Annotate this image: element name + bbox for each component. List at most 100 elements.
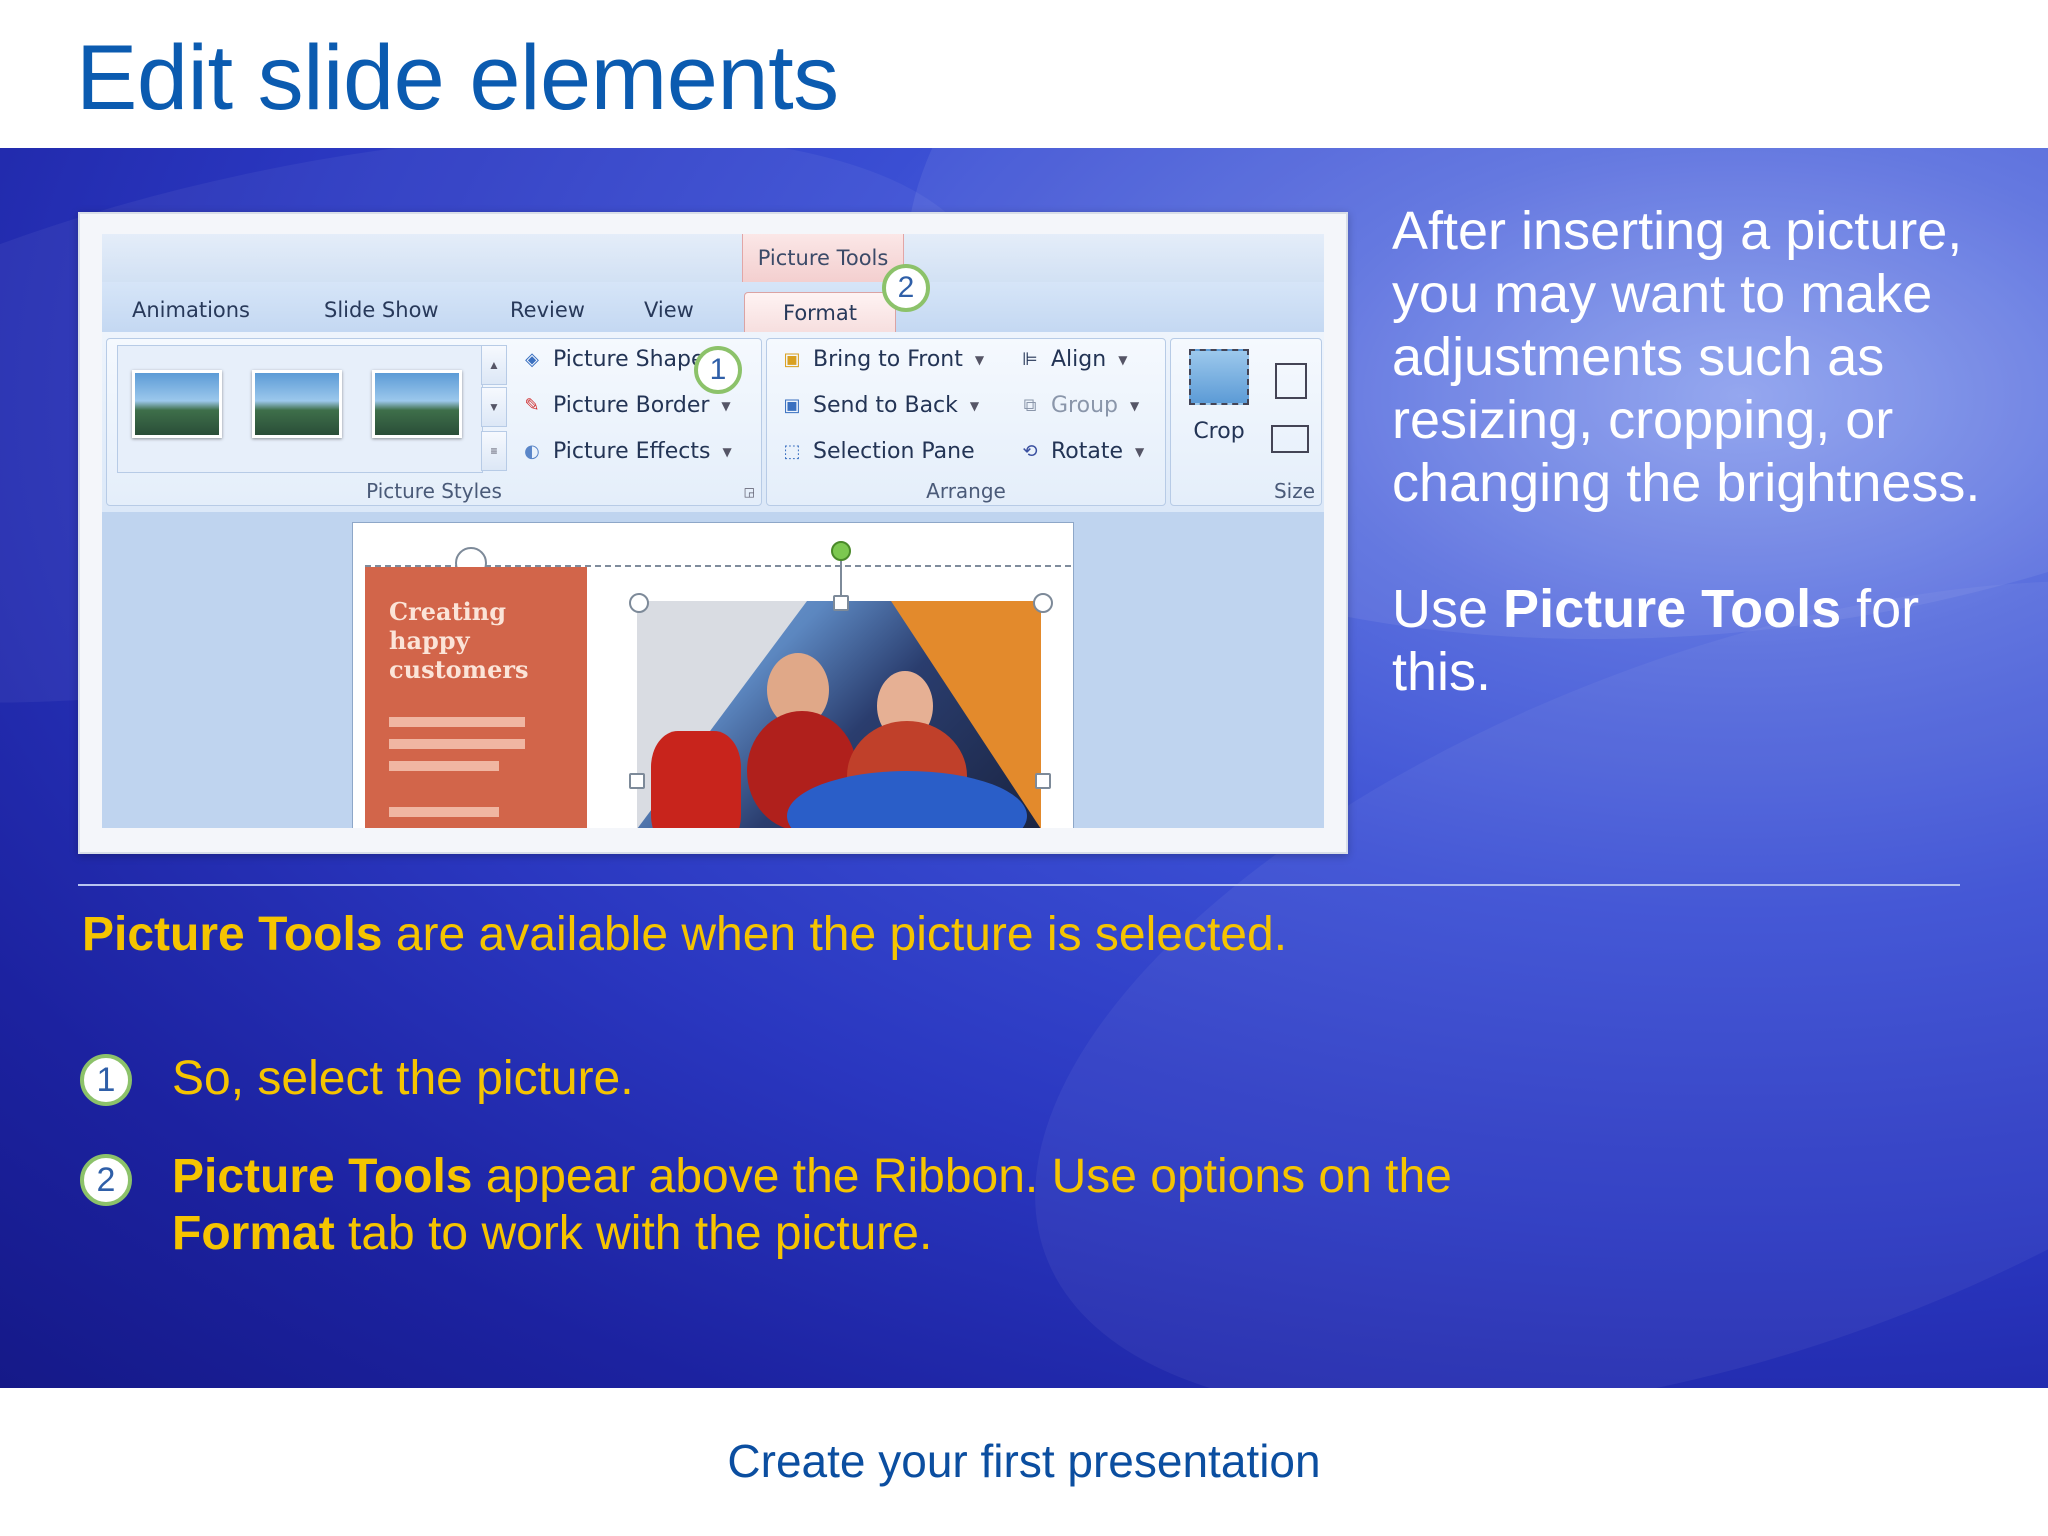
gallery-scroll-up-button[interactable]: ▲ xyxy=(481,345,507,385)
step-2-text-1: appear above the Ribbon. Use options on … xyxy=(472,1150,1452,1203)
tab-view[interactable]: View xyxy=(644,290,694,330)
dropdown-arrow-icon: ▼ xyxy=(722,444,732,459)
group-label: Group xyxy=(1051,393,1118,418)
backpack xyxy=(651,731,741,828)
step-2-number-badge: 2 xyxy=(80,1154,132,1206)
resize-handle[interactable] xyxy=(833,595,849,611)
rotate-icon: ⟲ xyxy=(1022,440,1038,462)
rotate-button[interactable]: ⟲ Rotate ▼ xyxy=(1017,439,1144,464)
ribbon-screenshot-inner: Picture Tools Animations Slide Show Revi… xyxy=(102,234,1324,828)
crop-label: Crop xyxy=(1193,419,1245,444)
selection-pane-button[interactable]: ⬚ Selection Pane xyxy=(779,439,975,464)
footer-text: Create your first presentation xyxy=(727,1435,1321,1487)
step-2-text-2: tab to work with the picture. xyxy=(334,1207,933,1260)
callout-1: 1 xyxy=(694,346,742,394)
send-to-back-label: Send to Back xyxy=(813,393,958,418)
slide-preview-title: Creating happy customers xyxy=(389,597,529,684)
group-button[interactable]: ⧉ Group ▼ xyxy=(1017,393,1140,418)
tab-review[interactable]: Review xyxy=(510,290,585,330)
send-to-back-button[interactable]: ▣ Send to Back ▼ xyxy=(779,393,979,418)
title-placeholder: Creating happy customers xyxy=(365,567,587,828)
slide-editing-area: Creating happy customers xyxy=(102,512,1324,828)
send-to-back-icon: ▣ xyxy=(783,394,801,416)
arrange-group-label: Arrange xyxy=(926,479,1006,503)
picture-shape-icon: ◈ xyxy=(525,348,539,370)
picture-style-thumbnail[interactable] xyxy=(372,370,462,438)
right-panel: After inserting a picture, you may want … xyxy=(1392,200,1992,704)
picture-styles-group: ▲ ▼ ≡ ◈ Picture Shape ▼ ✎ Picture Border… xyxy=(106,338,762,506)
size-group: Crop Size xyxy=(1170,338,1322,506)
tab-animations[interactable]: Animations xyxy=(132,290,250,330)
dropdown-arrow-icon: ▼ xyxy=(721,398,731,413)
selected-picture[interactable] xyxy=(637,601,1041,828)
bring-to-front-label: Bring to Front xyxy=(813,347,963,372)
selection-pane-label: Selection Pane xyxy=(813,439,975,464)
align-icon: ⊫ xyxy=(1022,348,1038,370)
tab-format[interactable]: Format xyxy=(744,292,896,333)
arrange-group: ▣ Bring to Front ▼ ▣ Send to Back ▼ ⬚ Se… xyxy=(766,338,1166,506)
step-2-bold-2: Format xyxy=(172,1207,335,1260)
title-bar: Edit slide elements xyxy=(0,0,2048,148)
rotate-label: Rotate xyxy=(1051,439,1124,464)
picture-effects-button[interactable]: ◐ Picture Effects ▼ xyxy=(519,439,732,464)
picture-border-label: Picture Border xyxy=(553,393,710,418)
right-paragraph-2: Use Picture Tools for this. xyxy=(1392,578,1992,704)
height-icon[interactable] xyxy=(1275,363,1307,399)
width-icon[interactable] xyxy=(1271,425,1309,453)
picture-border-button[interactable]: ✎ Picture Border ▼ xyxy=(519,393,731,418)
picture-styles-group-label: Picture Styles xyxy=(366,479,502,503)
tab-slide-show[interactable]: Slide Show xyxy=(324,290,439,330)
bring-to-front-button[interactable]: ▣ Bring to Front ▼ xyxy=(779,347,984,372)
intro-note: Picture Tools are available when the pic… xyxy=(82,906,1582,963)
picture-style-thumbnail[interactable] xyxy=(252,370,342,438)
dropdown-arrow-icon: ▼ xyxy=(974,352,985,367)
picture-shape-label: Picture Shape xyxy=(553,347,705,372)
dialog-launcher-icon[interactable]: ◲ xyxy=(744,485,755,499)
rotation-handle[interactable] xyxy=(831,541,851,561)
right-paragraph-1: After inserting a picture, you may want … xyxy=(1392,201,1981,513)
contextual-tab-row: Picture Tools xyxy=(102,234,1324,282)
resize-handle[interactable] xyxy=(629,593,649,613)
ribbon-tab-row: Animations Slide Show Review View Format xyxy=(102,282,1324,333)
crop-button[interactable]: Crop xyxy=(1187,349,1251,459)
size-group-label: Size xyxy=(1273,479,1315,503)
bring-to-front-icon: ▣ xyxy=(783,348,801,370)
text-line xyxy=(389,807,499,817)
picture-effects-label: Picture Effects xyxy=(553,439,711,464)
step-2-bold-1: Picture Tools xyxy=(172,1150,473,1203)
dropdown-arrow-icon: ▼ xyxy=(969,398,980,413)
divider-line xyxy=(78,884,1960,886)
ribbon-screenshot: Picture Tools Animations Slide Show Revi… xyxy=(78,212,1348,854)
picture-style-thumbnail[interactable] xyxy=(132,370,222,438)
step-1-text: So, select the picture. xyxy=(172,1052,634,1105)
picture-border-icon: ✎ xyxy=(524,394,540,416)
align-button[interactable]: ⊫ Align ▼ xyxy=(1017,347,1127,372)
slide-thumbnail: Creating happy customers xyxy=(352,522,1074,828)
gallery-scroll-down-button[interactable]: ▼ xyxy=(481,387,507,427)
dropdown-arrow-icon: ▼ xyxy=(1129,398,1140,413)
right-p2-prefix: Use xyxy=(1392,579,1504,639)
intro-rest: are available when the picture is select… xyxy=(382,908,1288,961)
picture-styles-gallery xyxy=(117,345,483,473)
text-line xyxy=(389,717,525,727)
dropdown-arrow-icon: ▼ xyxy=(1135,444,1145,459)
gallery-more-button[interactable]: ≡ xyxy=(481,431,507,471)
step-1-number-badge: 1 xyxy=(80,1054,132,1106)
selection-pane-icon: ⬚ xyxy=(783,440,801,462)
right-p2-bold: Picture Tools xyxy=(1503,579,1842,639)
slide-title: Edit slide elements xyxy=(76,27,839,129)
resize-handle[interactable] xyxy=(629,773,645,789)
crop-icon xyxy=(1189,349,1249,405)
text-line xyxy=(389,761,499,771)
resize-handle[interactable] xyxy=(1035,773,1051,789)
picture-effects-icon: ◐ xyxy=(524,440,540,462)
align-label: Align xyxy=(1051,347,1107,372)
step-2-text: Picture Tools appear above the Ribbon. U… xyxy=(172,1148,1572,1262)
intro-bold: Picture Tools xyxy=(82,908,383,961)
dropdown-arrow-icon: ▼ xyxy=(1118,352,1128,367)
picture-tools-context-tab[interactable]: Picture Tools xyxy=(742,234,904,282)
resize-handle[interactable] xyxy=(1033,593,1053,613)
callout-2: 2 xyxy=(882,264,930,312)
text-line xyxy=(389,739,525,749)
group-icon: ⧉ xyxy=(1023,394,1037,416)
